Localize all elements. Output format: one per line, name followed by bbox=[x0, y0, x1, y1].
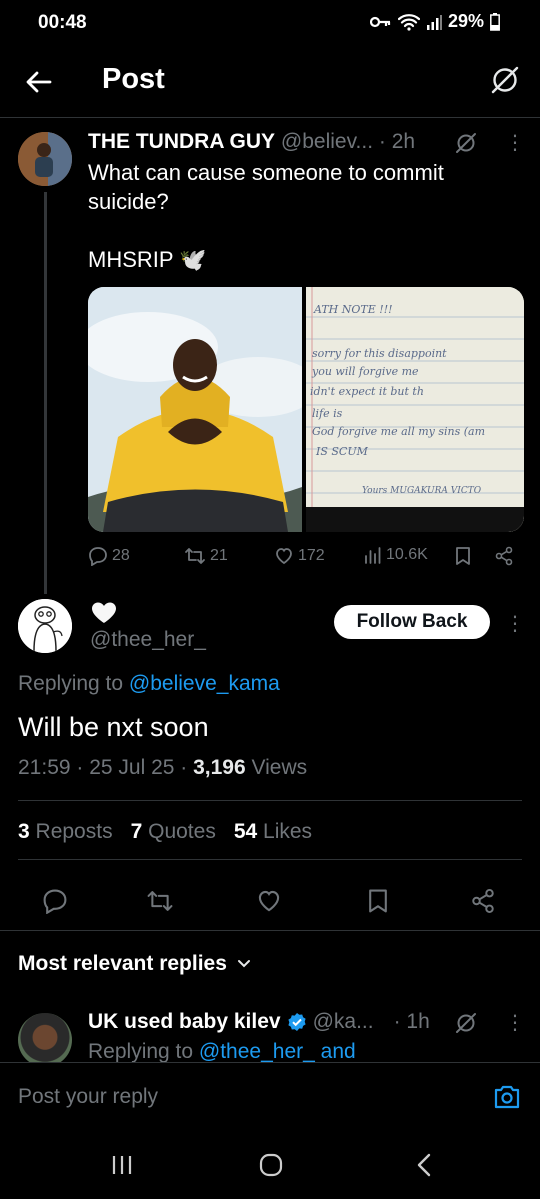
verified-badge-icon bbox=[287, 1012, 307, 1032]
views-count: 10.6K bbox=[386, 546, 428, 563]
key-icon bbox=[369, 15, 392, 29]
divider bbox=[18, 800, 522, 801]
note-line: Yours MUGAKURA VICTO bbox=[362, 486, 482, 496]
sort-label: Most relevant replies bbox=[18, 952, 227, 975]
views-label: Views bbox=[245, 756, 308, 779]
replying-to-link[interactable]: @believe_kama bbox=[129, 672, 280, 695]
share-icon[interactable] bbox=[494, 546, 514, 566]
author-handle[interactable]: @thee_her_ bbox=[90, 628, 206, 652]
home-icon[interactable] bbox=[258, 1152, 284, 1178]
more-options-icon[interactable]: ⋮ bbox=[505, 611, 525, 636]
reposts-stat[interactable]: 3 Reposts bbox=[18, 820, 113, 844]
header-divider bbox=[0, 117, 540, 118]
battery-percent: 29% bbox=[447, 11, 484, 31]
system-navigation-bar bbox=[0, 1132, 540, 1199]
replying-prefix: Replying to bbox=[18, 672, 124, 695]
tweet-header: THE TUNDRA GUY @believ... · 2h bbox=[88, 130, 415, 154]
reply-action[interactable]: 28 bbox=[88, 546, 130, 566]
follow-back-button[interactable]: Follow Back bbox=[334, 605, 490, 639]
likes-stat[interactable]: 54 Likes bbox=[234, 820, 312, 844]
display-name[interactable] bbox=[90, 601, 118, 625]
replying-to: Replying to @believe_kama bbox=[18, 672, 280, 696]
reply-sort-selector[interactable]: Most relevant replies bbox=[18, 952, 251, 976]
grok-icon[interactable] bbox=[455, 132, 477, 154]
signal-icon bbox=[426, 14, 442, 30]
post-meta: 21:59 · 25 Jul 25 · 3,196 Views bbox=[18, 756, 307, 780]
reply-text: Will be nxt soon bbox=[18, 712, 209, 742]
avatar[interactable] bbox=[18, 1013, 72, 1067]
like-count: 172 bbox=[298, 547, 325, 564]
note-line: IS SCUM bbox=[315, 445, 369, 458]
bookmark-icon[interactable] bbox=[454, 546, 472, 566]
author-handle[interactable]: @believ... bbox=[281, 130, 373, 153]
wifi-icon bbox=[397, 13, 420, 31]
battery-icon bbox=[490, 12, 500, 31]
engagement-stats: 3 Reposts 7 Quotes 54 Likes bbox=[18, 820, 312, 844]
note-line: sorry for this disappoint bbox=[312, 347, 447, 360]
replying-to: Replying to @thee_her_ and bbox=[88, 1040, 356, 1062]
timestamp[interactable]: 21:59 · 25 Jul 25 · bbox=[18, 756, 193, 779]
repost-action[interactable]: 21 bbox=[184, 546, 228, 566]
tweet-age: · 2h bbox=[378, 130, 416, 153]
reply-input[interactable]: Post your reply bbox=[18, 1085, 158, 1109]
tweet-age: · 1h bbox=[393, 1010, 430, 1033]
tweet-actions: 28 21 172 10.6K bbox=[88, 546, 524, 572]
status-bar: 00:48 29% bbox=[0, 0, 540, 50]
recent-apps-icon[interactable] bbox=[110, 1154, 134, 1176]
author-name[interactable]: THE TUNDRA GUY bbox=[88, 130, 275, 153]
reply-icon[interactable] bbox=[42, 888, 68, 914]
views-action[interactable]: 10.6K bbox=[364, 546, 428, 564]
top-app-bar: Post bbox=[0, 55, 540, 117]
divider bbox=[18, 859, 522, 860]
note-line: you will forgive me bbox=[311, 365, 419, 378]
view-count: 3,196 bbox=[193, 756, 246, 779]
note-line: ATH NOTE !!! bbox=[313, 303, 393, 316]
like-action[interactable]: 172 bbox=[274, 546, 325, 566]
reply-composer[interactable]: Post your reply bbox=[0, 1062, 540, 1132]
post-actions bbox=[0, 880, 540, 920]
heart-icon[interactable] bbox=[256, 888, 282, 914]
heart-icon bbox=[274, 546, 294, 566]
page-title: Post bbox=[102, 63, 165, 95]
views-icon bbox=[364, 546, 382, 564]
reply-icon bbox=[88, 546, 108, 566]
photo-person[interactable] bbox=[88, 287, 302, 532]
repost-icon[interactable] bbox=[146, 888, 174, 914]
avatar[interactable] bbox=[18, 132, 72, 186]
repost-count: 21 bbox=[210, 547, 228, 564]
thread-connector bbox=[44, 192, 47, 594]
divider bbox=[0, 930, 540, 931]
tweet-text: What can cause someone to commit suicide… bbox=[88, 160, 444, 272]
author-name[interactable]: UK used baby kilev bbox=[88, 1010, 281, 1034]
more-options-icon[interactable]: ⋮ bbox=[505, 1010, 525, 1035]
quotes-stat[interactable]: 7 Quotes bbox=[131, 820, 216, 844]
note-line: life is bbox=[312, 407, 343, 420]
chevron-down-icon bbox=[237, 959, 251, 969]
tweet-header: UK used baby kilev @ka... · 1h bbox=[88, 1010, 430, 1034]
tweet-media[interactable]: ATH NOTE !!! sorry for this disappoint y… bbox=[88, 287, 524, 532]
avatar[interactable] bbox=[18, 599, 72, 653]
reply-count: 28 bbox=[112, 547, 130, 564]
camera-icon[interactable] bbox=[492, 1083, 522, 1111]
note-line: God forgive me all my sins (am bbox=[312, 425, 485, 438]
grok-icon[interactable] bbox=[490, 65, 520, 95]
more-options-icon[interactable]: ⋮ bbox=[505, 130, 525, 155]
suicide-note-photo[interactable]: ATH NOTE !!! sorry for this disappoint y… bbox=[306, 287, 524, 532]
status-time: 00:48 bbox=[38, 12, 87, 33]
bookmark-icon[interactable] bbox=[366, 888, 390, 914]
white-heart-icon bbox=[90, 601, 118, 625]
back-arrow-icon[interactable] bbox=[24, 67, 54, 97]
back-icon[interactable] bbox=[414, 1152, 434, 1178]
repost-icon bbox=[184, 546, 206, 566]
author-handle[interactable]: @ka... bbox=[313, 1010, 374, 1034]
share-icon[interactable] bbox=[470, 888, 496, 914]
grok-icon[interactable] bbox=[455, 1012, 477, 1034]
note-line: idn't expect it but th bbox=[310, 385, 424, 398]
